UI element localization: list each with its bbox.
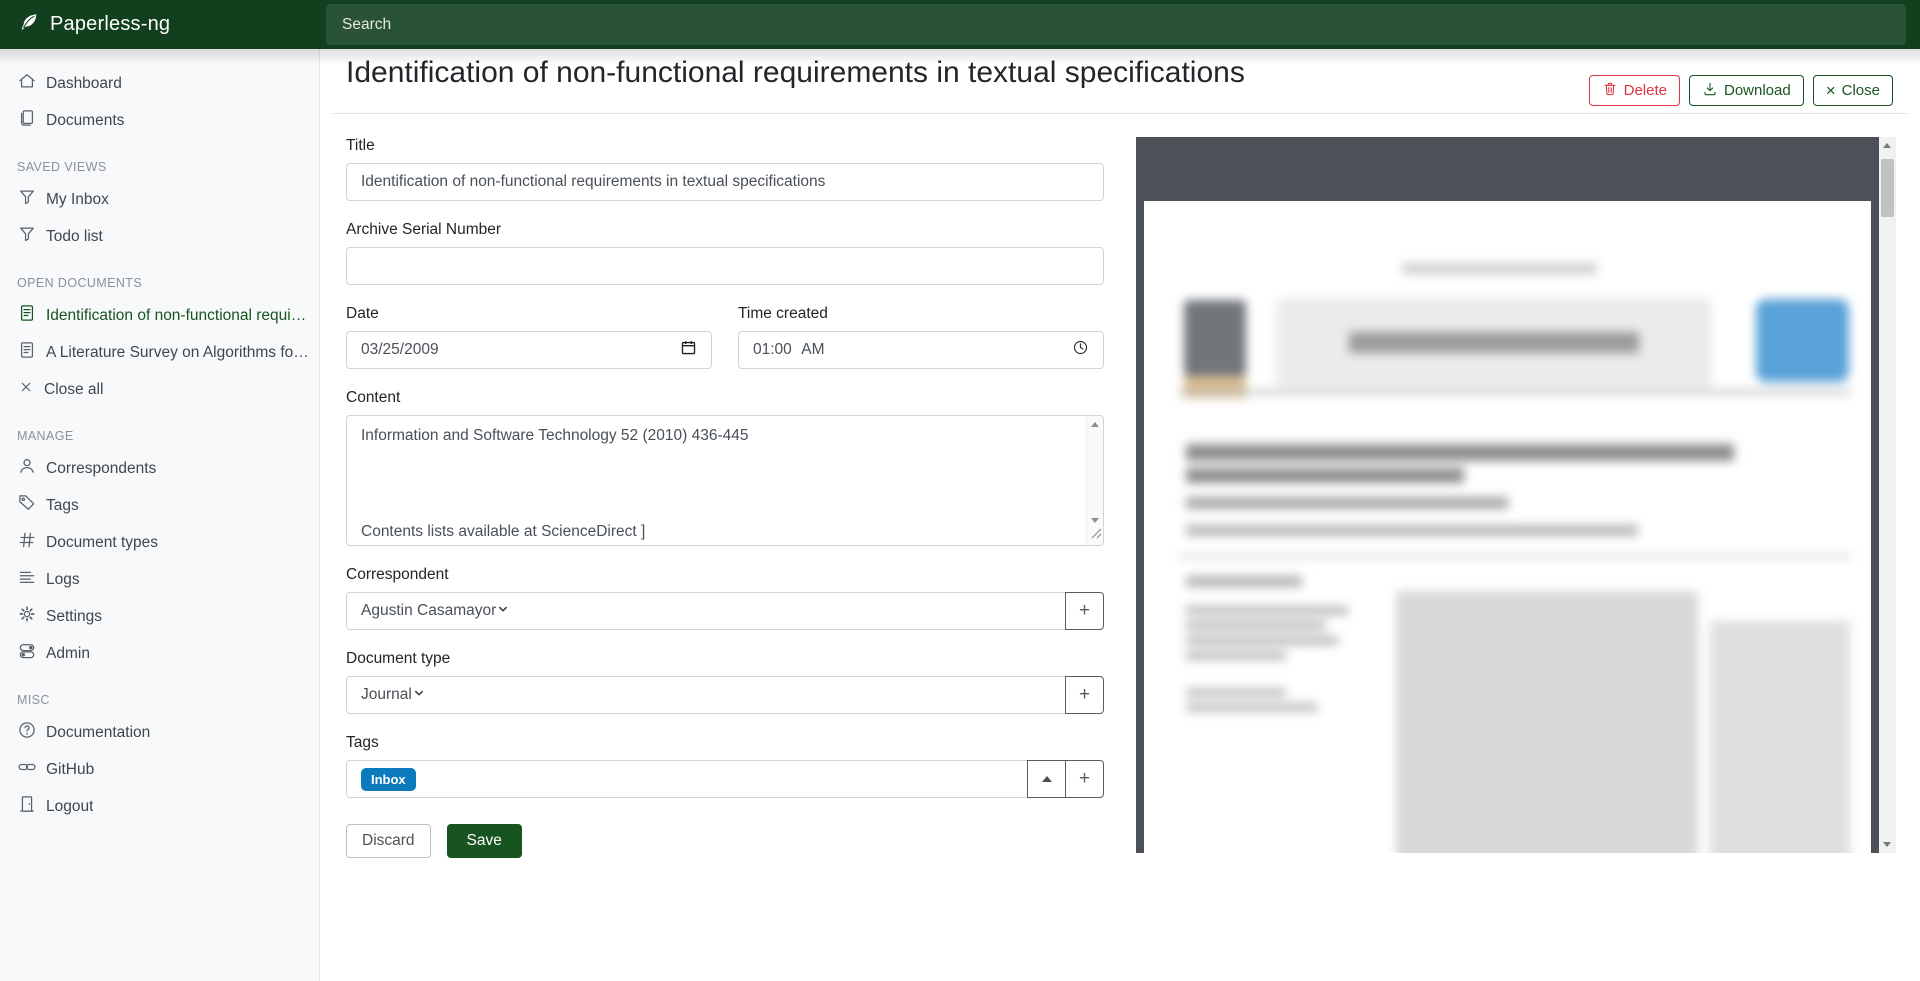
resize-grip-icon[interactable]: [1091, 526, 1102, 544]
close-icon: ×: [1826, 82, 1836, 99]
question-circle-icon: [17, 720, 37, 745]
file-text-icon: [17, 340, 37, 365]
close-button[interactable]: × Close: [1813, 75, 1893, 106]
house-icon: [17, 71, 37, 96]
chevron-down-icon: [412, 686, 426, 705]
sidebar-item-documents[interactable]: Documents: [0, 102, 319, 139]
asn-label: Archive Serial Number: [346, 221, 1104, 239]
content-label: Content: [346, 389, 1104, 407]
document-type-label: Document type: [346, 650, 1104, 668]
top-navbar: Paperless-ng: [0, 0, 1920, 49]
sidebar-item-logs[interactable]: Logs: [0, 561, 319, 598]
sidebar-open-doc-1[interactable]: Identification of non-functional require…: [0, 297, 319, 334]
time-input[interactable]: 01:00 AM: [738, 331, 1104, 369]
scrollbar-thumb[interactable]: [1881, 159, 1894, 217]
person-icon: [17, 456, 37, 481]
header-divider: [333, 113, 1907, 114]
brand[interactable]: Paperless-ng: [0, 0, 320, 49]
scroll-up-icon[interactable]: [1091, 422, 1099, 427]
tags-input[interactable]: Inbox: [346, 760, 1028, 798]
sidebar-open-doc-2[interactable]: A Literature Survey on Algorithms for Mu…: [0, 334, 319, 371]
gear-icon: [17, 604, 37, 629]
tag-badge-inbox: Inbox: [361, 768, 416, 791]
files-icon: [17, 108, 37, 133]
discard-button[interactable]: Discard: [346, 824, 431, 858]
document-edit-form: Title Archive Serial Number Date 03/25/2…: [346, 137, 1104, 858]
header-actions: Delete Download × Close: [1589, 75, 1893, 106]
title-label: Title: [346, 137, 1104, 155]
sidebar-item-documentation[interactable]: Documentation: [0, 714, 319, 751]
sidebar: Dashboard Documents SAVED VIEWS My Inbox…: [0, 49, 320, 981]
preview-scrollbar[interactable]: [1879, 137, 1896, 853]
tags-label: Tags: [346, 734, 1104, 752]
sidebar-item-my-inbox[interactable]: My Inbox: [0, 181, 319, 218]
hash-icon: [17, 530, 37, 555]
sidebar-item-todo-list[interactable]: Todo list: [0, 218, 319, 255]
tags-dropdown-toggle[interactable]: [1027, 760, 1066, 798]
sidebar-item-admin[interactable]: Admin: [0, 635, 319, 672]
chevron-down-icon: [496, 602, 510, 621]
funnel-icon: [17, 224, 37, 249]
section-misc: MISC: [0, 684, 319, 714]
title-input[interactable]: [346, 163, 1104, 201]
scroll-down-icon[interactable]: [1091, 518, 1099, 523]
sidebar-item-close-all[interactable]: Close all: [0, 371, 319, 408]
section-saved-views: SAVED VIEWS: [0, 151, 319, 181]
pdf-page: [1144, 201, 1871, 853]
section-open-documents: OPEN DOCUMENTS: [0, 267, 319, 297]
date-label: Date: [346, 305, 712, 323]
document-preview[interactable]: [1136, 137, 1896, 853]
section-manage: MANAGE: [0, 420, 319, 450]
search-input[interactable]: [326, 4, 1906, 45]
brand-name: Paperless-ng: [50, 13, 170, 36]
close-icon: [17, 378, 35, 401]
correspondent-label: Correspondent: [346, 566, 1104, 584]
content-textarea[interactable]: Information and Software Technology 52 (…: [346, 415, 1104, 546]
add-correspondent-button[interactable]: +: [1065, 592, 1104, 630]
download-button[interactable]: Download: [1689, 75, 1804, 106]
add-document-type-button[interactable]: +: [1065, 676, 1104, 714]
time-created-label: Time created: [738, 305, 1104, 323]
trash-icon: [1602, 81, 1618, 101]
toggles-icon: [17, 641, 37, 666]
sidebar-item-github[interactable]: GitHub: [0, 751, 319, 788]
sidebar-item-correspondents[interactable]: Correspondents: [0, 450, 319, 487]
pdf-toolbar: [1136, 137, 1879, 193]
calendar-icon[interactable]: [680, 339, 697, 361]
sidebar-item-dashboard[interactable]: Dashboard: [0, 65, 319, 102]
funnel-icon: [17, 187, 37, 212]
download-icon: [1702, 81, 1718, 101]
sidebar-item-logout[interactable]: Logout: [0, 788, 319, 825]
sidebar-item-tags[interactable]: Tags: [0, 487, 319, 524]
save-button[interactable]: Save: [447, 824, 522, 858]
caret-up-icon: [1042, 776, 1052, 782]
scroll-up-icon[interactable]: [1883, 143, 1891, 148]
form-actions: Discard Save: [346, 824, 1104, 858]
file-text-icon: [17, 303, 37, 328]
page-title: Identification of non-functional require…: [346, 56, 1245, 90]
tag-icon: [17, 493, 37, 518]
link-icon: [17, 757, 37, 782]
door-icon: [17, 794, 37, 819]
text-lines-icon: [17, 567, 37, 592]
delete-button[interactable]: Delete: [1589, 75, 1680, 106]
sidebar-item-settings[interactable]: Settings: [0, 598, 319, 635]
leaf-icon: [18, 11, 40, 38]
document-type-select[interactable]: Journal: [346, 676, 1066, 714]
clock-icon[interactable]: [1072, 339, 1089, 361]
scroll-down-icon[interactable]: [1883, 842, 1891, 847]
date-input[interactable]: 03/25/2009: [346, 331, 712, 369]
correspondent-select[interactable]: Agustin Casamayor: [346, 592, 1066, 630]
add-tag-button[interactable]: +: [1065, 760, 1104, 798]
sidebar-item-document-types[interactable]: Document types: [0, 524, 319, 561]
pdf-page-content: [1144, 201, 1871, 853]
asn-input[interactable]: [346, 247, 1104, 285]
